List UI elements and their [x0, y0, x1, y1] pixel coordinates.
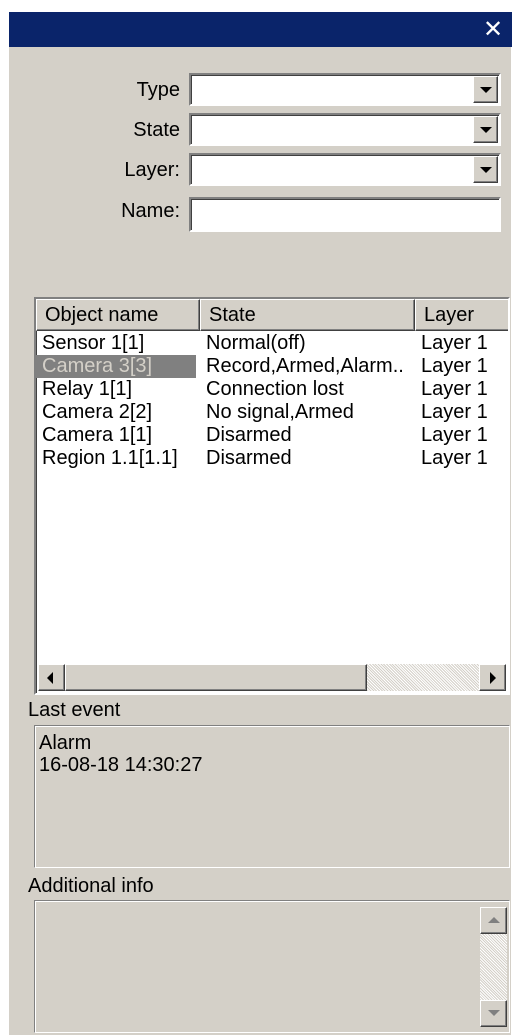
column-header-state[interactable]: State	[200, 299, 415, 331]
state-cell: Disarmed	[206, 424, 292, 446]
scrollbar-thumb[interactable]	[65, 664, 367, 691]
title-bar[interactable]: ✕	[9, 12, 512, 47]
list-header: Object name State Layer	[36, 299, 508, 331]
scroll-down-button[interactable]	[480, 1000, 507, 1027]
state-cell: Record,Armed,Alarm..	[206, 355, 404, 377]
name-input[interactable]	[189, 197, 501, 232]
chevron-down-icon	[480, 167, 492, 173]
close-icon[interactable]: ✕	[480, 17, 506, 43]
type-label: Type	[136, 79, 180, 101]
layer-value	[195, 158, 469, 182]
state-dropdown-button[interactable]	[473, 116, 498, 143]
layer-dropdown[interactable]	[189, 153, 501, 186]
vertical-scrollbar[interactable]	[480, 907, 507, 1027]
arrow-left-icon	[47, 672, 53, 684]
type-dropdown-button[interactable]	[473, 76, 498, 103]
arrow-down-icon	[488, 1010, 500, 1016]
last-event-timestamp: 16-08-18 14:30:27	[39, 754, 203, 776]
object-name-cell: Camera 2[2]	[42, 401, 153, 423]
table-row[interactable]: Camera 1[1] Disarmed Layer 1	[36, 424, 508, 447]
last-event-label: Last event	[28, 699, 121, 721]
horizontal-scrollbar[interactable]	[38, 664, 506, 691]
column-header-layer[interactable]: Layer	[415, 299, 508, 331]
object-name-cell: Camera 1[1]	[42, 424, 153, 446]
object-name-cell: Region 1.1[1.1]	[42, 447, 178, 469]
layer-cell: Layer 1	[421, 401, 488, 423]
object-filter-window: ✕ Type State Layer: Name: Object name St…	[8, 12, 512, 1035]
arrow-up-icon	[488, 917, 500, 923]
table-row[interactable]: Region 1.1[1.1] Disarmed Layer 1	[36, 447, 508, 470]
object-name-cell: Camera 3[3]	[36, 355, 196, 378]
additional-info-label: Additional info	[28, 875, 154, 897]
scroll-up-button[interactable]	[480, 907, 507, 934]
name-value	[195, 202, 495, 226]
layer-cell: Layer 1	[421, 378, 488, 400]
state-cell: Connection lost	[206, 378, 344, 400]
state-cell: No signal,Armed	[206, 401, 354, 423]
layer-cell: Layer 1	[421, 424, 488, 446]
object-name-cell: Relay 1[1]	[42, 378, 133, 400]
additional-info-panel	[34, 900, 510, 1033]
state-label: State	[133, 119, 180, 141]
layer-cell: Layer 1	[421, 355, 488, 377]
object-list[interactable]: Object name State Layer Sensor 1[1] Norma…	[34, 297, 510, 695]
last-event-panel: Alarm 16-08-18 14:30:27	[34, 725, 510, 868]
last-event-type: Alarm	[39, 732, 92, 754]
state-cell: Normal(off)	[206, 332, 306, 354]
chevron-down-icon	[480, 127, 492, 133]
layer-cell: Layer 1	[421, 447, 488, 469]
object-name-cell: Sensor 1[1]	[42, 332, 145, 354]
table-row[interactable]: Sensor 1[1] Normal(off) Layer 1	[36, 332, 508, 355]
scroll-right-button[interactable]	[479, 664, 506, 691]
table-row[interactable]: Camera 2[2] No signal,Armed Layer 1	[36, 401, 508, 424]
name-label: Name:	[121, 200, 180, 222]
chevron-down-icon	[480, 87, 492, 93]
layer-dropdown-button[interactable]	[473, 156, 498, 183]
column-header-object-name[interactable]: Object name	[36, 299, 200, 331]
background-strip	[0, 0, 519, 12]
type-dropdown[interactable]	[189, 73, 501, 106]
table-row[interactable]: Camera 3[3] Record,Armed,Alarm.. Layer 1	[36, 355, 508, 378]
layer-label: Layer:	[124, 159, 180, 181]
state-dropdown[interactable]	[189, 113, 501, 146]
type-value	[195, 78, 469, 102]
state-value	[195, 118, 469, 142]
layer-cell: Layer 1	[421, 332, 488, 354]
state-cell: Disarmed	[206, 447, 292, 469]
scroll-left-button[interactable]	[38, 664, 65, 691]
arrow-right-icon	[490, 672, 496, 684]
table-row[interactable]: Relay 1[1] Connection lost Layer 1	[36, 378, 508, 401]
